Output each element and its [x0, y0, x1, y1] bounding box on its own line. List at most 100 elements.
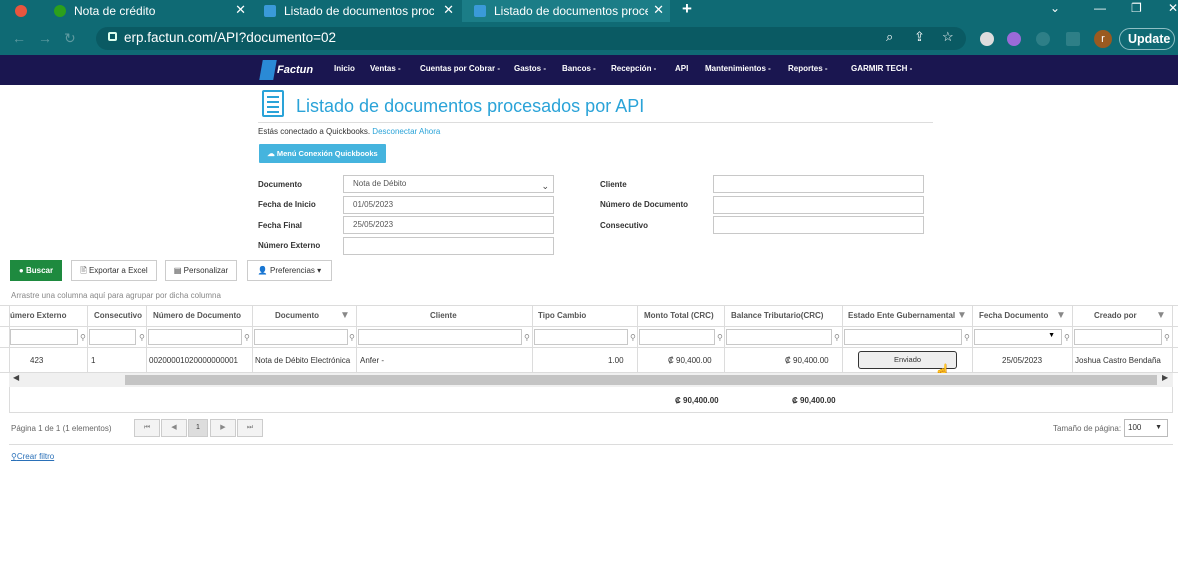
nav-inicio[interactable]: Inicio — [334, 64, 355, 73]
buscar-button[interactable]: ● Buscar — [10, 260, 62, 281]
filter-documento[interactable] — [254, 329, 348, 345]
extension-icon[interactable] — [1036, 32, 1050, 46]
nav-api[interactable]: API — [675, 64, 688, 73]
nav-ventas[interactable]: Ventas - — [370, 64, 401, 73]
header-filter-icon[interactable]: ▼ — [1056, 310, 1066, 321]
filter-options-icon[interactable]: ⚲ — [524, 333, 530, 342]
tab-nota-credito[interactable]: Nota de crédito ✕ — [44, 0, 252, 22]
close-tab-icon[interactable]: ✕ — [443, 2, 454, 18]
scroll-right-icon[interactable]: ▶ — [1162, 373, 1168, 382]
header-tipo-cambio[interactable]: Tipo Cambio — [538, 311, 586, 320]
tab-listado-2[interactable]: Listado de documentos procesados ✕ — [462, 0, 670, 22]
close-tab-icon[interactable]: ✕ — [653, 2, 664, 18]
filter-options-icon[interactable]: ⚲ — [80, 333, 86, 342]
disconnect-link[interactable]: Desconectar Ahora — [372, 127, 440, 136]
close-tab-icon[interactable]: ✕ — [235, 2, 246, 18]
factun-logo[interactable]: Factun — [259, 60, 313, 80]
nav-company[interactable]: GARMIR TECH - — [851, 64, 912, 73]
filter-monto-total[interactable] — [639, 329, 715, 345]
address-bar[interactable]: erp.factun.com/API?documento=02 ⌕ ⇪ ☆ — [96, 27, 966, 50]
filter-options-icon[interactable]: ⚲ — [964, 333, 970, 342]
exportar-excel-button[interactable]: 🖹 Exportar a Excel — [71, 260, 157, 281]
next-page-button[interactable]: ▶ — [210, 419, 236, 437]
filter-options-icon[interactable]: ⚲ — [244, 333, 250, 342]
header-cliente[interactable]: Cliente — [430, 311, 457, 320]
share-icon[interactable]: ⇪ — [914, 29, 925, 45]
filter-estado[interactable] — [844, 329, 962, 345]
update-button[interactable]: Update — [1119, 28, 1175, 50]
url-text[interactable]: erp.factun.com/API?documento=02 — [124, 30, 336, 45]
fecha-inicio-input[interactable]: 01/05/2023 — [343, 196, 554, 214]
bookmark-star-icon[interactable]: ☆ — [942, 29, 954, 45]
filter-options-icon[interactable]: ⚲ — [630, 333, 636, 342]
filter-numero-documento[interactable] — [148, 329, 242, 345]
back-icon[interactable]: ← — [12, 30, 26, 46]
nav-reportes[interactable]: Reportes - — [788, 64, 828, 73]
header-fecha-documento[interactable]: Fecha Documento — [979, 311, 1048, 320]
filter-options-icon[interactable]: ⚲ — [1064, 333, 1070, 342]
personalizar-button[interactable]: ▤ Personalizar — [165, 260, 237, 281]
filter-options-icon[interactable]: ⚲ — [834, 333, 840, 342]
scrollbar-thumb[interactable] — [125, 375, 1157, 385]
header-consecutivo[interactable]: Consecutivo — [94, 311, 142, 320]
forward-icon[interactable]: → — [38, 30, 52, 46]
scroll-left-icon[interactable]: ◀ — [13, 373, 19, 382]
extensions-puzzle-icon[interactable] — [1066, 32, 1080, 46]
zoom-icon[interactable]: ⌕ — [886, 29, 893, 45]
tab-listado-1[interactable]: Listado de documentos procesados ✕ — [254, 0, 460, 22]
reload-icon[interactable]: ↻ — [64, 30, 76, 47]
chevron-down-icon[interactable]: ⌄ — [1050, 1, 1060, 15]
quickbooks-menu-button[interactable]: ☁ Menú Conexión Quickbooks — [259, 144, 386, 163]
filter-options-icon[interactable]: ⚲ — [349, 333, 355, 342]
new-tab-button[interactable]: + — [682, 0, 692, 19]
header-documento[interactable]: Documento — [275, 311, 319, 320]
dropdown-icon[interactable]: ▼ — [1048, 332, 1055, 339]
page-size-select[interactable]: 100 ▼ — [1124, 419, 1168, 437]
numero-documento-input[interactable] — [713, 196, 924, 214]
header-filter-icon[interactable]: ▼ — [1156, 310, 1166, 321]
nav-cuentas-por-cobrar[interactable]: Cuentas por Cobrar - — [420, 64, 500, 73]
minimize-icon[interactable]: — — [1094, 1, 1106, 15]
header-filter-icon[interactable]: ▼ — [957, 310, 967, 321]
prev-page-button[interactable]: ◀ — [161, 419, 187, 437]
preferencias-button[interactable]: 👤 Preferencias ▾ — [247, 260, 332, 281]
header-filter-icon[interactable]: ▼ — [340, 310, 350, 321]
filter-tipo-cambio[interactable] — [534, 329, 628, 345]
restore-icon[interactable]: ❐ — [1131, 1, 1142, 15]
last-page-button[interactable]: ⏭ — [237, 419, 263, 437]
filter-consecutivo[interactable] — [89, 329, 136, 345]
filter-options-icon[interactable]: ⚲ — [139, 333, 145, 342]
close-window-icon[interactable]: ✕ — [1168, 1, 1178, 15]
numero-externo-input[interactable] — [343, 237, 554, 255]
filter-fecha-documento[interactable]: ▼ — [974, 329, 1062, 345]
extension-icon[interactable] — [1007, 32, 1021, 46]
header-numero-externo[interactable]: úmero Externo — [10, 311, 66, 320]
group-panel[interactable]: Arrastre una columna aquí para agrupar p… — [11, 291, 221, 300]
profile-avatar[interactable]: r — [1094, 30, 1112, 48]
header-balance-tributario[interactable]: Balance Tributario(CRC) — [731, 311, 823, 320]
extension-icon[interactable] — [980, 32, 994, 46]
filter-creado-por[interactable] — [1074, 329, 1162, 345]
header-monto-total[interactable]: Monto Total (CRC) — [644, 311, 714, 320]
header-numero-documento[interactable]: Número de Documento — [153, 311, 241, 320]
window-menu-icon[interactable] — [15, 5, 27, 17]
page-number-button[interactable]: 1 — [188, 419, 208, 437]
nav-bancos[interactable]: Bancos - — [562, 64, 596, 73]
header-creado-por[interactable]: Creado por — [1094, 311, 1137, 320]
filter-options-icon[interactable]: ⚲ — [1164, 333, 1170, 342]
filter-cliente[interactable] — [358, 329, 522, 345]
consecutivo-input[interactable] — [713, 216, 924, 234]
first-page-button[interactable]: ⏮ — [134, 419, 160, 437]
filter-options-icon[interactable]: ⚲ — [717, 333, 723, 342]
fecha-final-input[interactable]: 25/05/2023 — [343, 216, 554, 234]
nav-gastos[interactable]: Gastos - — [514, 64, 546, 73]
documento-select[interactable]: Nota de Débito ⌄ — [343, 175, 554, 193]
filter-numero-externo[interactable] — [10, 329, 78, 345]
nav-recepcion[interactable]: Recepción - — [611, 64, 656, 73]
grid-border-right — [1172, 305, 1173, 413]
create-filter-link[interactable]: ⚲Crear filtro — [11, 452, 54, 461]
cliente-input[interactable] — [713, 175, 924, 193]
header-estado[interactable]: Estado Ente Gubernamental — [848, 311, 955, 320]
nav-mantenimientos[interactable]: Mantenimientos - — [705, 64, 771, 73]
filter-balance-tributario[interactable] — [726, 329, 832, 345]
